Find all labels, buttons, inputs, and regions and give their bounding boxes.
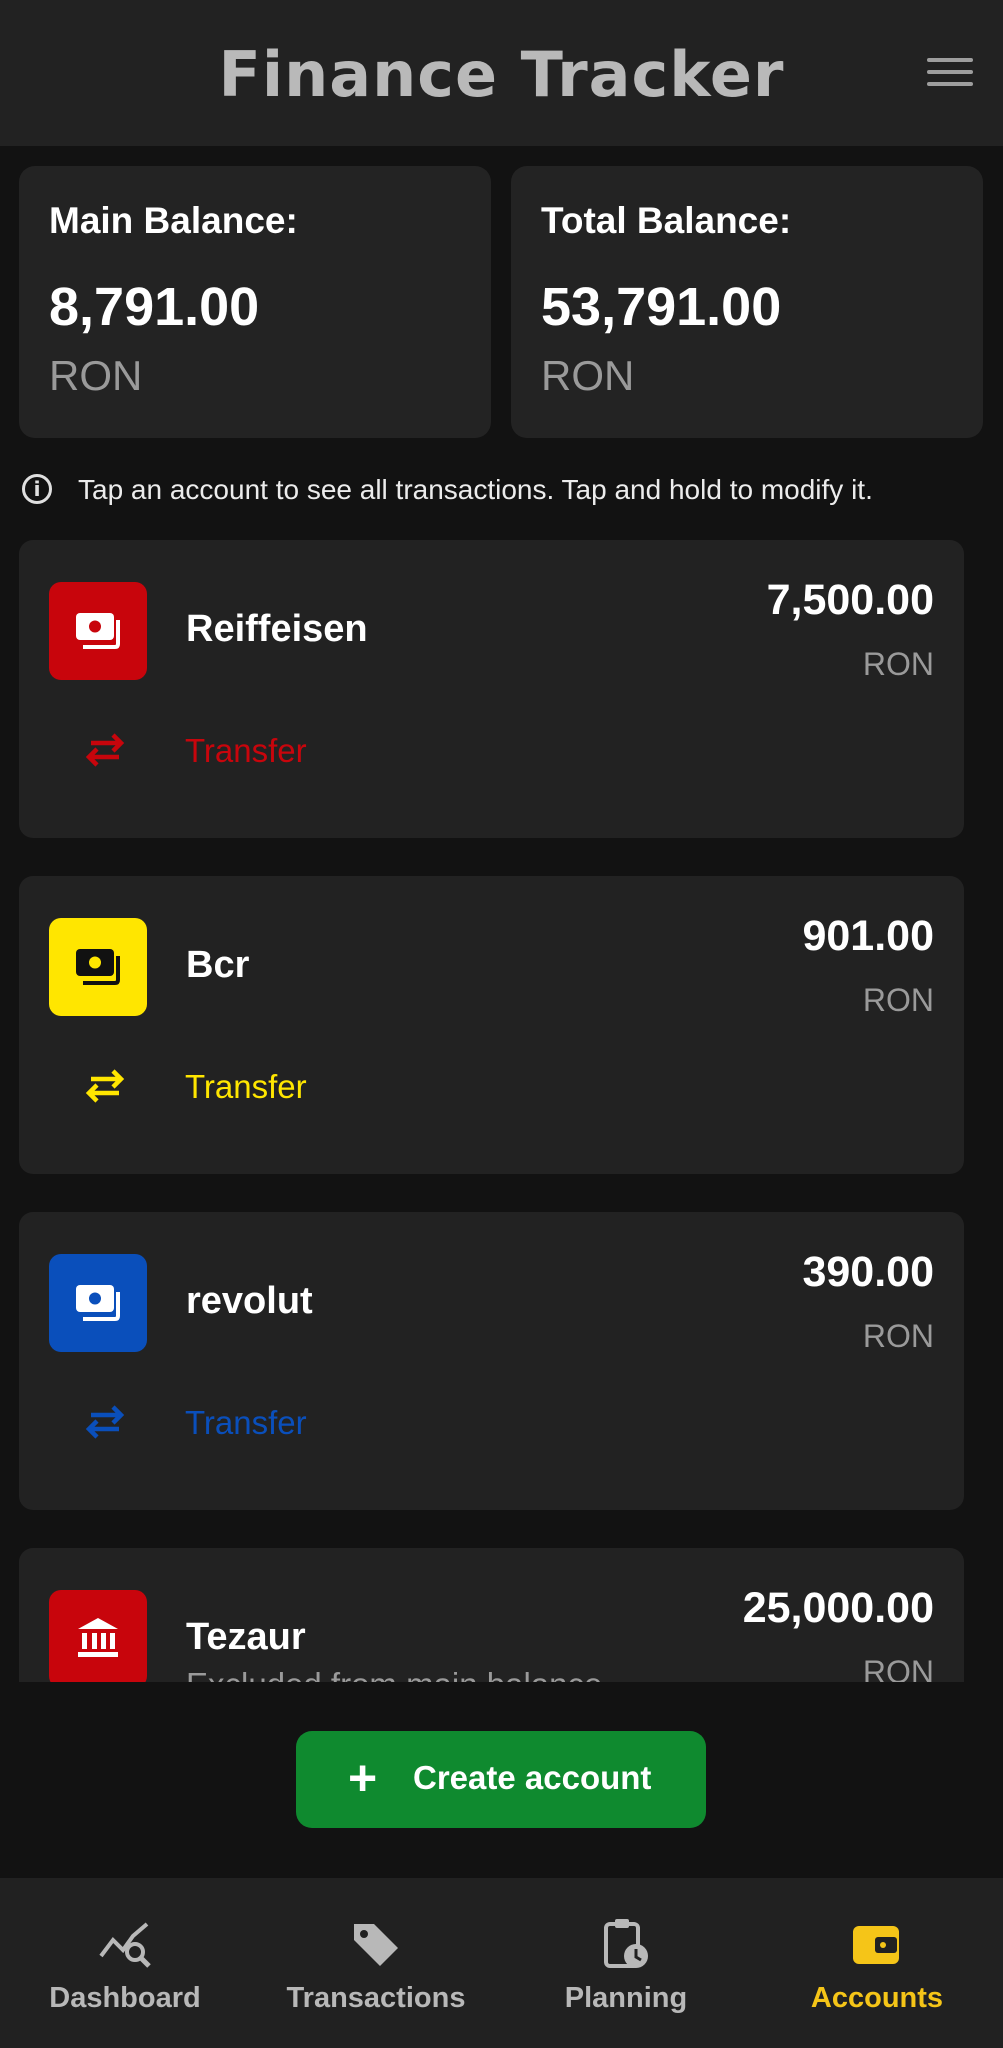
nav-dashboard-label: Dashboard [49, 1982, 201, 2014]
wallet-icon [49, 918, 147, 1016]
account-card-revolut[interactable]: revolut 390.00 RON Transfer [19, 1212, 964, 1510]
account-currency: RON [862, 646, 934, 682]
tag-icon [354, 1924, 398, 1966]
account-amount: 901.00 [802, 912, 934, 960]
info-hint: i Tap an account to see all transactions… [22, 470, 992, 514]
create-account-button[interactable]: + Create account [296, 1731, 706, 1828]
total-balance-value: 53,791.00 [541, 277, 782, 337]
account-amount: 25,000.00 [742, 1584, 934, 1632]
account-currency: RON [862, 1318, 934, 1354]
account-name: Reiffeisen [186, 608, 368, 650]
swap-arrows-icon [85, 733, 125, 767]
account-name: Tezaur [186, 1616, 306, 1658]
account-card-tezaur[interactable]: Tezaur Excluded from main balance 25,000… [19, 1548, 964, 1682]
total-balance-label: Total Balance: [541, 200, 792, 241]
menu-icon[interactable] [927, 58, 973, 94]
wallet-icon [49, 582, 147, 680]
wallet-icon [853, 1926, 899, 1964]
nav-dashboard[interactable]: Dashboard [0, 1878, 250, 2048]
nav-transactions-label: Transactions [286, 1982, 466, 2014]
app-bar: Finance Tracker [0, 0, 1003, 146]
nav-planning-label: Planning [564, 1982, 688, 2014]
chart-search-icon [99, 1922, 151, 1968]
account-name: revolut [186, 1280, 313, 1322]
account-card-bcr[interactable]: Bcr 901.00 RON Transfer [19, 876, 964, 1174]
swap-arrows-icon [85, 1069, 125, 1103]
account-subtitle: Excluded from main balance [186, 1666, 602, 1682]
nav-accounts[interactable]: Accounts [752, 1878, 1002, 2048]
bank-icon [49, 1590, 147, 1682]
transfer-label: Transfer [185, 1404, 307, 1441]
account-amount: 390.00 [802, 1248, 934, 1296]
transfer-label: Transfer [185, 732, 307, 769]
info-text: Tap an account to see all transactions. … [78, 474, 873, 505]
account-amount: 7,500.00 [766, 576, 934, 624]
nav-accounts-label: Accounts [810, 1982, 944, 2014]
main-balance-card: Main Balance: 8,791.00 RON [19, 166, 491, 438]
clipboard-clock-icon [604, 1919, 648, 1968]
nav-transactions[interactable]: Transactions [251, 1878, 501, 2048]
bottom-navigation: Dashboard Transactions Planning Accounts [0, 1878, 1003, 2048]
app-title: Finance Tracker [218, 38, 785, 111]
nav-planning[interactable]: Planning [501, 1878, 751, 2048]
account-currency: RON [862, 1654, 934, 1682]
account-card-reiffeisen[interactable]: Reiffeisen 7,500.00 RON Transfer [19, 540, 964, 838]
main-balance-currency: RON [49, 352, 143, 399]
total-balance-currency: RON [541, 352, 635, 399]
account-currency: RON [862, 982, 934, 1018]
transfer-label: Transfer [185, 1068, 307, 1105]
total-balance-card: Total Balance: 53,791.00 RON [511, 166, 983, 438]
wallet-icon [49, 1254, 147, 1352]
accounts-list[interactable]: Reiffeisen 7,500.00 RON Transfer Bcr 901… [0, 536, 1003, 1682]
info-icon: i [22, 474, 52, 504]
account-name: Bcr [186, 944, 250, 986]
main-balance-label: Main Balance: [49, 200, 298, 241]
swap-arrows-icon [85, 1405, 125, 1439]
main-balance-value: 8,791.00 [49, 277, 260, 337]
create-account-label: Create account [413, 1759, 652, 1796]
plus-icon: + [348, 1750, 378, 1806]
